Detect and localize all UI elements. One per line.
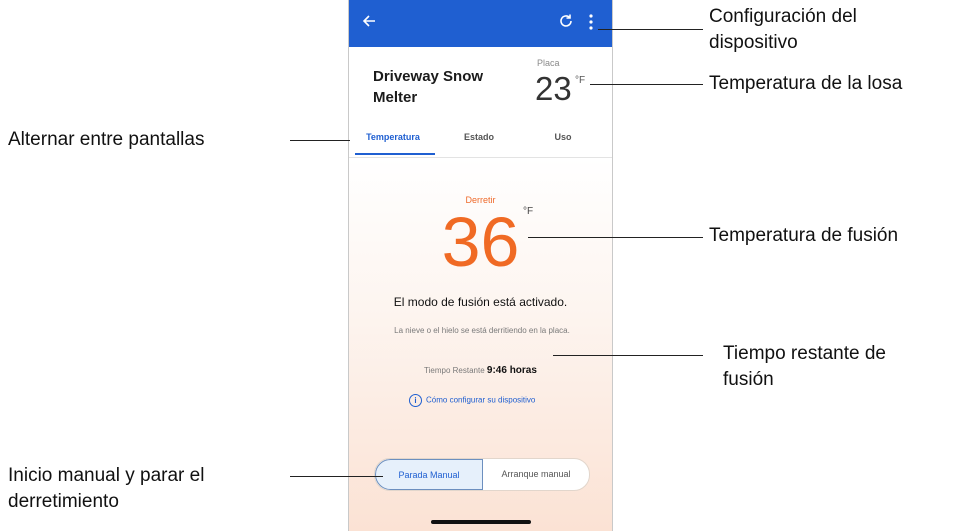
back-arrow-icon[interactable] — [361, 13, 377, 29]
annotation-melt-temp: Temperatura de fusión — [709, 225, 899, 246]
tab-uso[interactable]: Uso — [523, 132, 603, 142]
annotation-manual: Inicio manual y parar el derretimiento — [8, 465, 205, 512]
remaining-value: 9:46 horas — [486, 365, 537, 376]
refresh-icon[interactable] — [558, 13, 574, 29]
melt-panel: Derretir 36 °F El modo de fusión está ac… — [349, 158, 612, 531]
remaining-time: Tiempo Restante 9:46 horas — [349, 365, 612, 376]
melt-temperature: 36 — [441, 203, 520, 281]
phone-screen: Driveway Snow Melter Placa 23 °F Tempera… — [348, 0, 613, 531]
callout-line-slab — [590, 84, 703, 85]
config-help-link[interactable]: i Cómo configurar su dispositivo — [409, 394, 535, 407]
mode-status-description: La nieve o el hielo se está derritiendo … — [394, 326, 570, 335]
config-help-label: Cómo configurar su dispositivo — [426, 395, 536, 405]
melt-unit: °F — [523, 206, 534, 217]
annotation-slab-temp: Temperatura de la losa — [709, 73, 903, 94]
callout-line-remaining — [553, 355, 703, 356]
tab-temperatura[interactable]: Temperatura — [353, 132, 433, 142]
annotation-settings: Configuración del dispositivo — [709, 6, 857, 53]
callout-line-tabs — [290, 140, 350, 141]
mode-status-title: El modo de fusión está activado. — [393, 295, 568, 309]
app-bar — [349, 0, 612, 47]
annotation-remaining-time: Tiempo restante de fusión — [723, 343, 886, 390]
callout-line-settings — [598, 29, 703, 30]
active-tab-indicator — [355, 153, 435, 155]
callout-line-manual — [290, 476, 383, 477]
callout-line-melt — [528, 237, 703, 238]
manual-stop-button[interactable]: Parada Manual — [375, 459, 483, 490]
tab-estado[interactable]: Estado — [439, 132, 519, 142]
remaining-label: Tiempo Restante — [424, 366, 485, 375]
device-name: Driveway Snow Melter — [373, 68, 484, 106]
slab-unit: °F — [575, 75, 586, 86]
home-indicator — [431, 520, 531, 524]
manual-control-toggle: Parada Manual Arranque manual — [374, 458, 590, 491]
annotation-toggle-screens: Alternar entre pantallas — [8, 129, 205, 150]
tab-bar: Temperatura Estado Uso — [349, 121, 612, 158]
slab-temperature: 23 — [535, 70, 572, 107]
slab-label: Placa — [537, 58, 560, 68]
manual-start-button[interactable]: Arranque manual — [483, 459, 589, 490]
device-header: Driveway Snow Melter Placa 23 °F — [349, 47, 612, 121]
more-options-icon[interactable] — [588, 13, 594, 31]
info-icon: i — [409, 394, 422, 407]
